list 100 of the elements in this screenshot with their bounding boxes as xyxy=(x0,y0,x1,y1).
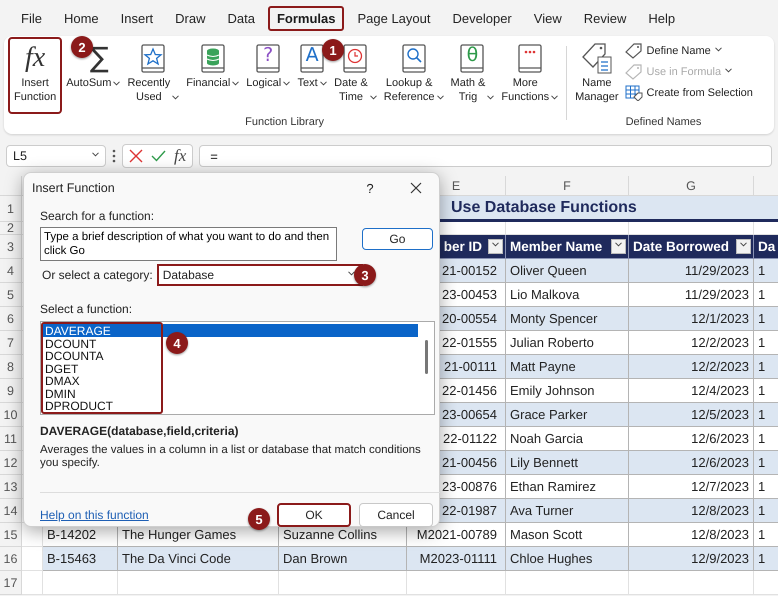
ribbon-button[interactable]: Define Name xyxy=(622,42,755,60)
row-header[interactable]: 8 xyxy=(0,355,22,379)
table-cell: B-15463 xyxy=(43,547,118,571)
menu-tab[interactable]: Developer xyxy=(444,6,521,30)
table-cell: Ava Turner xyxy=(506,499,629,523)
row-header[interactable]: 14 xyxy=(0,499,22,523)
more-icon[interactable] xyxy=(112,149,116,163)
column-header[interactable]: F xyxy=(506,176,629,196)
function-label: Select a function: xyxy=(40,302,134,316)
function-item[interactable]: DAVERAGE xyxy=(43,324,161,336)
row-header[interactable]: 13 xyxy=(0,475,22,499)
row-header[interactable]: 16 xyxy=(0,547,22,571)
menu-tab[interactable]: Review xyxy=(574,6,636,30)
group-label: Function Library xyxy=(244,115,325,130)
dialog-title: Insert Function xyxy=(32,181,116,195)
heading-text: ber ID xyxy=(444,239,482,254)
dialog-button[interactable]: Cancel xyxy=(359,503,433,527)
menu-tab[interactable]: Insert xyxy=(112,6,162,30)
help-button[interactable]: ? xyxy=(347,180,393,196)
menu-tab[interactable]: Home xyxy=(54,6,108,30)
table-cell: The Da Vinci Code xyxy=(118,547,279,571)
function-item[interactable]: DPRODUCT xyxy=(43,399,161,412)
ribbon-button[interactable]: Name Manager xyxy=(572,37,622,114)
filter-caret-icon xyxy=(615,242,622,247)
cancel-icon[interactable] xyxy=(129,149,143,163)
column-header[interactable]: G xyxy=(629,176,754,196)
book-icon: A xyxy=(298,42,326,74)
menu-tab[interactable]: Data xyxy=(218,6,264,30)
row-header[interactable]: 3 xyxy=(0,235,22,259)
ribbon-button[interactable]: Recently Used xyxy=(124,37,182,114)
close-icon xyxy=(410,182,422,194)
function-item[interactable]: DMIN xyxy=(43,386,161,399)
ribbon-button[interactable]: fx Insert Function xyxy=(8,37,62,114)
menu-tab[interactable]: Draw xyxy=(166,6,214,30)
filter-button[interactable] xyxy=(736,239,751,254)
check-icon[interactable] xyxy=(151,150,166,162)
row-header[interactable]: 10 xyxy=(0,403,22,427)
table-tag-icon xyxy=(624,85,643,101)
empty-cell xyxy=(22,571,43,595)
formula-field[interactable]: = xyxy=(199,145,772,167)
book-icon: ? xyxy=(254,42,282,74)
table-cell: Oliver Queen xyxy=(506,259,629,283)
table-cell: 1 xyxy=(754,403,778,427)
tag-icon xyxy=(624,43,643,59)
table-cell: Matt Payne xyxy=(506,355,629,379)
table-cell: 1 xyxy=(754,451,778,475)
table-cell: Lily Bennett xyxy=(506,451,629,475)
ribbon-button[interactable]: Financial xyxy=(183,37,242,114)
menu-tab[interactable]: Page Layout xyxy=(348,6,440,30)
ribbon-button[interactable]: Create from Selection xyxy=(622,84,755,102)
filter-caret-icon xyxy=(740,242,747,247)
table-cell: 1 xyxy=(754,547,778,571)
database-book-icon xyxy=(198,42,227,74)
function-item[interactable]: DCOUNTA xyxy=(43,349,161,362)
row-header[interactable]: 4 xyxy=(0,259,22,283)
magnifier-book-icon xyxy=(400,42,428,74)
row-header[interactable]: 6 xyxy=(0,307,22,331)
help-link[interactable]: Help on this function xyxy=(40,508,149,522)
row-header[interactable]: 15 xyxy=(0,523,22,547)
function-signature: DAVERAGE(database,field,criteria) xyxy=(40,424,240,438)
table-cell: 1 xyxy=(754,355,778,379)
menu-tab[interactable]: File xyxy=(12,6,51,30)
star-book-icon xyxy=(139,42,168,74)
filter-button[interactable] xyxy=(488,239,503,254)
row-header[interactable]: 12 xyxy=(0,451,22,475)
row-header[interactable]: 7 xyxy=(0,331,22,355)
row-header[interactable]: 17 xyxy=(0,571,22,595)
table-cell: 11/29/2023 xyxy=(629,259,754,283)
function-item[interactable]: DCOUNT xyxy=(43,336,161,349)
row-header[interactable]: 11 xyxy=(0,427,22,451)
function-item[interactable]: DMAX xyxy=(43,374,161,386)
menu-tab[interactable]: View xyxy=(524,6,571,30)
table-cell: Monty Spencer xyxy=(506,307,629,331)
table-cell: Chloe Hughes xyxy=(506,547,629,571)
search-label: Search for a function: xyxy=(40,209,156,223)
ribbon-button[interactable]: More Functions xyxy=(498,37,562,114)
row-header[interactable]: 5 xyxy=(0,283,22,307)
ribbon-button[interactable]: Lookup & Reference xyxy=(380,37,447,114)
dots-book-icon xyxy=(516,42,544,74)
row-header[interactable]: 9 xyxy=(0,379,22,403)
go-button[interactable]: Go xyxy=(362,228,433,250)
table-cell: M2023-01111 xyxy=(407,547,506,571)
filter-button[interactable] xyxy=(611,239,626,254)
row-header[interactable]: 1 xyxy=(0,196,22,222)
function-item[interactable]: DGET xyxy=(43,362,161,374)
table-cell: 12/2/2023 xyxy=(629,355,754,379)
ribbon-button[interactable]: θ Math & Trig xyxy=(448,37,498,114)
table-cell: 1 xyxy=(754,499,778,523)
dialog-button[interactable]: OK xyxy=(277,503,351,527)
category-dropdown[interactable]: Database xyxy=(156,264,363,286)
menu-tab[interactable]: Formulas xyxy=(268,6,344,30)
ribbon-button[interactable]: ? Logical xyxy=(243,37,294,114)
menu-tab[interactable]: Help xyxy=(639,6,684,30)
search-field[interactable]: Type a brief description of what you want to do and then click Go xyxy=(40,227,337,261)
category-label: Or select a category: xyxy=(42,268,153,282)
filter-caret-icon xyxy=(492,242,499,247)
insert-function-button[interactable]: fx xyxy=(174,146,186,166)
row-header[interactable]: 2 xyxy=(0,222,22,235)
name-box[interactable]: L5 xyxy=(6,145,106,167)
table-cell: 12/5/2023 xyxy=(629,403,754,427)
